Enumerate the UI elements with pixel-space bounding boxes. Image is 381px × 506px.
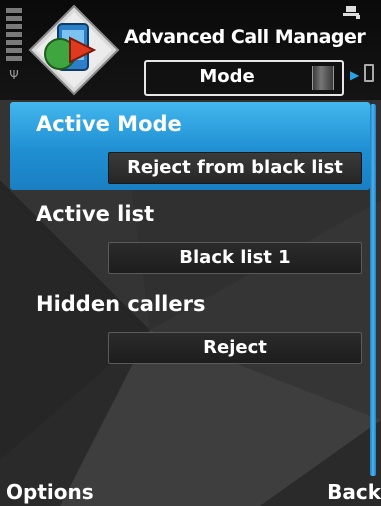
title-pane: Ψ Advanced Call Manager Mode ▶ (0, 0, 381, 100)
setting-value-button[interactable]: Reject (108, 332, 362, 364)
setting-hidden-callers[interactable]: Hidden callers Reject (10, 282, 370, 370)
antenna-icon: Ψ (9, 68, 19, 82)
tab-mode-label: Mode (199, 66, 255, 87)
app-title: Advanced Call Manager (124, 26, 366, 48)
setting-label: Hidden callers (36, 292, 206, 316)
setting-active-list[interactable]: Active list Black list 1 (10, 192, 370, 280)
setting-value-button[interactable]: Reject from black list (108, 152, 362, 184)
tab-mode[interactable]: Mode (144, 60, 344, 96)
app-icon (28, 4, 120, 96)
tab-grip-icon (312, 66, 334, 90)
back-softkey[interactable]: Back (327, 478, 381, 506)
setting-label: Active Mode (36, 112, 182, 136)
battery-icon (342, 4, 362, 20)
options-softkey[interactable]: Options (6, 478, 94, 506)
battery-level-icon (364, 64, 374, 82)
setting-label: Active list (36, 202, 155, 226)
setting-value-button[interactable]: Black list 1 (108, 242, 362, 274)
setting-active-mode[interactable]: Active Mode Reject from black list (10, 102, 370, 190)
softkey-bar: Options Back (0, 478, 381, 506)
chevron-right-icon[interactable]: ▶ (350, 68, 360, 82)
settings-list: Active Mode Reject from black list Activ… (10, 102, 374, 478)
